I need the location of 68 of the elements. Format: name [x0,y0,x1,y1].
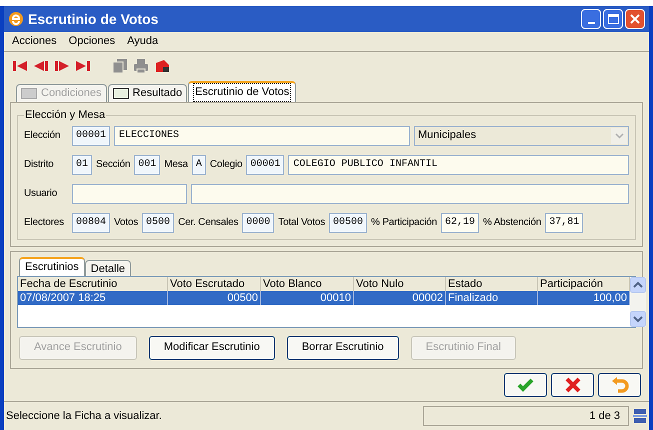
menu-item[interactable]: Opciones [68,33,116,50]
table-cell: 00500 [168,290,261,304]
scroll-up-icon[interactable] [630,276,646,292]
field-label: % Participación [371,216,437,230]
close-icon [629,13,641,25]
input-field[interactable]: A [192,154,206,174]
table-cell: 00010 [261,290,354,304]
maximize-button[interactable] [603,9,623,29]
tab[interactable]: Resultado [108,84,188,102]
field-label: Usuario [24,187,58,201]
next-record-icon[interactable] [54,58,70,74]
list-form-icon [112,88,129,99]
input-field[interactable]: 01 [72,154,92,174]
field-label: Total Votos [278,216,326,230]
scrollbar[interactable] [630,276,646,326]
first-record-icon[interactable] [12,58,28,74]
input-field[interactable]: 37,81 [545,212,584,232]
cancel-button[interactable] [551,372,594,396]
last-record-icon[interactable] [75,58,91,74]
tab[interactable]: Detalle [84,260,132,276]
menu-item[interactable]: Acciones [12,33,57,50]
action-button[interactable]: Modificar Escrutinio [148,336,275,360]
input-field[interactable]: COLEGIO PUBLICO INFANTIL [288,154,629,174]
input-field[interactable]: ELECCIONES [114,126,410,146]
undo-arrow-icon [610,374,630,394]
field-label: Votos [114,216,138,230]
record-nav-icon[interactable] [633,408,647,424]
table-row[interactable]: 07/08/2007 18:25 00500 00010 00002 Finalizado 100,00 [18,290,630,304]
app-logo-icon [8,11,24,27]
minimize-icon [588,22,594,24]
field-label: Sección [96,158,130,172]
field-label: Mesa [164,158,188,172]
field-label: Cer. Censales [178,216,238,230]
close-icon [562,374,582,394]
input-field[interactable]: 0000 [242,212,274,232]
field-label: Distrito [24,158,55,172]
table-cell: Finalizado [446,290,538,304]
table-cell: 00002 [354,290,446,304]
record-counter: 1 de 3 [423,406,629,426]
window-title: Escrutinio de Votos [28,10,160,28]
input-field[interactable] [191,184,629,204]
status-message: Seleccione la Ficha a visualizar. [6,408,163,424]
input-field[interactable]: 00804 [72,212,110,232]
input-field[interactable]: 0500 [142,212,174,232]
field-label: Colegio [210,158,242,172]
tab[interactable]: Escrutinios [19,256,85,276]
close-button[interactable] [625,9,645,29]
group-title: Elección y Mesa [24,108,106,123]
tab[interactable]: Escrutinio de Votos [188,81,296,102]
accept-button[interactable] [504,372,547,396]
input-field[interactable]: 001 [134,154,160,174]
menu-item[interactable]: Ayuda [127,33,158,50]
input-field[interactable]: 00500 [329,212,368,232]
input-field[interactable]: 00001 [246,154,284,174]
input-field[interactable]: 00001 [72,126,110,146]
scroll-down-icon[interactable] [630,310,646,326]
form-icon [21,88,37,99]
input-field[interactable]: 62,19 [440,212,479,232]
action-button[interactable]: Borrar Escrutinio [286,336,399,360]
table-cell: 07/08/2007 18:25 [18,290,168,304]
field-label: Electores [24,216,65,230]
minimize-button[interactable] [581,9,601,29]
maximize-icon [608,14,618,24]
undo-button[interactable] [598,372,641,396]
input-field[interactable] [72,184,187,204]
field-label: % Abstención [482,216,542,230]
previous-record-icon[interactable] [33,58,49,74]
field-label: Elección [24,129,62,143]
